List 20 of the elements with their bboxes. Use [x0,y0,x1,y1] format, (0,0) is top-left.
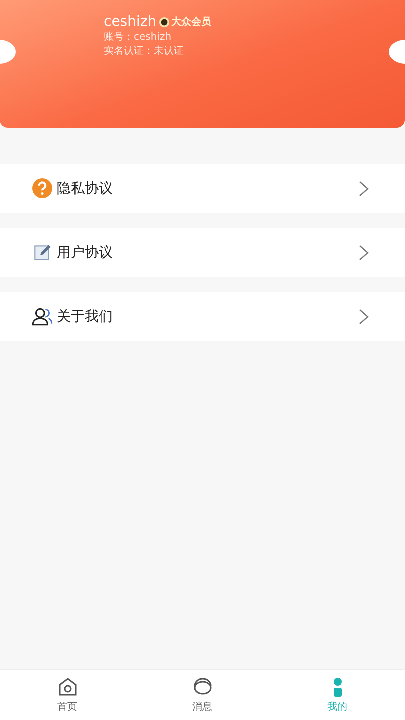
chevron-icon [359,308,369,324]
home-icon [56,676,78,698]
menu-label: 隐私协议 [57,180,114,198]
menu-item[interactable]: 用户协议 [0,228,405,277]
medal-icon [158,16,170,28]
menu-label: 用户协议 [57,244,114,262]
menu-item[interactable]: 隐私协议 [0,164,405,213]
people-icon [32,306,53,327]
member-label: 大众会员 [172,16,212,29]
username: ceshizh [104,14,157,30]
chevron-icon [359,244,369,260]
edit-icon [32,242,53,263]
menu-item[interactable]: 关于我们 [0,292,405,341]
verification-text: 实名认证：未认证 [104,45,184,58]
chevron-icon [359,180,369,196]
menu-label: 关于我们 [57,308,114,326]
tab[interactable]: 消息 [168,670,238,720]
question-icon [32,178,53,199]
tab[interactable]: 首页 [32,670,102,720]
account-text: 账号：ceshizh [104,31,172,44]
